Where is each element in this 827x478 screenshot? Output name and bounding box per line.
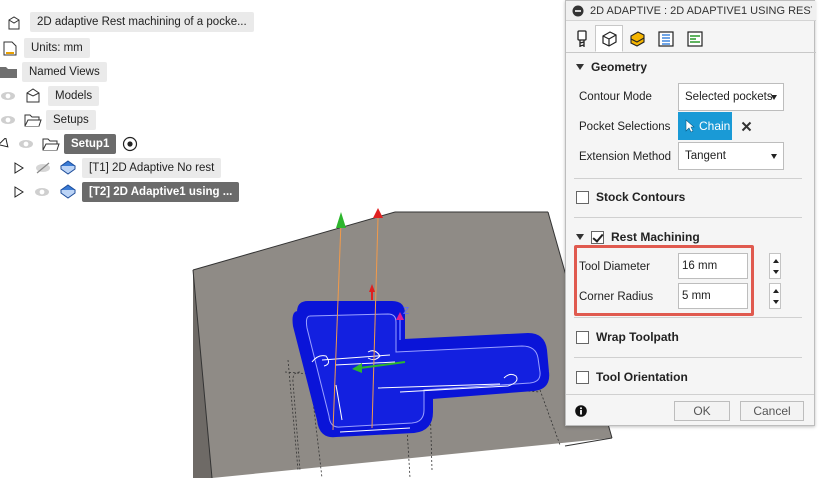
document-name: 2D adaptive Rest machining of a pocke...: [30, 12, 254, 32]
passes-icon: [658, 30, 674, 47]
hidden-eye-icon[interactable]: [34, 161, 52, 175]
expand-triangle-icon[interactable]: [14, 162, 24, 174]
section-divider: [574, 178, 802, 179]
extension-method-label: Extension Method: [579, 151, 672, 163]
document-icon: [8, 16, 20, 30]
tab-passes[interactable]: [652, 25, 680, 52]
wrap-toolpath-checkbox[interactable]: [576, 330, 589, 344]
section-divider: [574, 317, 802, 318]
tool-diameter-spinner[interactable]: [769, 253, 781, 279]
adaptive-operation-icon: [60, 184, 76, 199]
browser-units-row[interactable]: Units: mm: [2, 37, 90, 59]
cursor-arrow-icon: [685, 119, 695, 133]
corner-radius-spinner[interactable]: [769, 283, 781, 309]
section-divider: [574, 357, 802, 358]
tool-icon: [577, 29, 587, 47]
tab-tool[interactable]: [568, 25, 596, 52]
chain-selection-button[interactable]: Chain: [678, 112, 732, 140]
tool-diameter-input[interactable]: 16 mm: [678, 253, 748, 279]
setup1-label: Setup1: [64, 134, 117, 154]
rest-machining-row[interactable]: Rest Machining: [576, 227, 700, 247]
model-folder-icon: [26, 88, 40, 103]
wrap-toolpath-label: Wrap Toolpath: [596, 330, 679, 344]
tab-geometry[interactable]: [595, 25, 623, 52]
collapse-dialog-icon[interactable]: [572, 5, 584, 17]
geometry-section-header[interactable]: Geometry: [576, 57, 647, 77]
visibility-eye-icon[interactable]: [0, 89, 16, 103]
models-label: Models: [48, 86, 100, 106]
contour-mode-value: Selected pockets: [685, 91, 773, 103]
open-folder-icon: [24, 114, 42, 127]
browser-setups-row[interactable]: Setups: [0, 109, 96, 131]
units-document-icon: [3, 41, 17, 56]
browser-setup1-row[interactable]: Setup1: [0, 133, 138, 155]
contour-mode-dropdown[interactable]: Selected pockets: [678, 83, 784, 111]
cancel-button[interactable]: Cancel: [740, 401, 804, 421]
browser-named-views-row[interactable]: Named Views: [0, 61, 107, 83]
red-axis-arrow-head: [373, 208, 383, 218]
expand-triangle-icon[interactable]: [14, 186, 24, 198]
setups-label: Setups: [46, 110, 96, 130]
rest-machining-checkbox[interactable]: [591, 230, 604, 244]
browser-models-row[interactable]: Models: [0, 85, 100, 107]
units-label: Units: mm: [24, 38, 90, 58]
op2-label: [T2] 2D Adaptive1 using ...: [82, 182, 240, 202]
stock-contours-label: Stock Contours: [596, 190, 686, 204]
named-views-label: Named Views: [22, 62, 107, 82]
tab-heights[interactable]: [623, 25, 651, 52]
footer-divider: [566, 394, 814, 395]
stock-contours-row[interactable]: Stock Contours: [576, 187, 685, 207]
extension-method-dropdown[interactable]: Tangent: [678, 142, 784, 170]
dialog-title-bar[interactable]: 2D ADAPTIVE : 2D ADAPTIVE1 USING REST MA: [566, 1, 816, 21]
visibility-eye-icon[interactable]: [18, 137, 34, 151]
folder-icon: [0, 67, 17, 78]
visibility-eye-icon[interactable]: [34, 185, 50, 199]
chevron-down-icon: [771, 154, 777, 159]
info-icon[interactable]: [575, 405, 587, 417]
fusion-cam-window: Z 2D adaptive Rest machining of a pocke.…: [0, 0, 827, 478]
wrap-toolpath-row[interactable]: Wrap Toolpath: [576, 327, 679, 347]
corner-radius-input[interactable]: 5 mm: [678, 283, 748, 309]
tool-orientation-checkbox[interactable]: [576, 370, 589, 384]
dialog-title: 2D ADAPTIVE : 2D ADAPTIVE1 USING REST MA: [590, 4, 812, 17]
ok-button[interactable]: OK: [674, 401, 730, 421]
tool-orientation-label: Tool Orientation: [596, 370, 688, 384]
rest-machining-label: Rest Machining: [611, 230, 700, 244]
op1-label: [T1] 2D Adaptive No rest: [82, 158, 222, 178]
tool-orientation-row[interactable]: Tool Orientation: [576, 367, 688, 387]
tool-diameter-label: Tool Diameter: [579, 261, 650, 273]
tab-linking[interactable]: [681, 25, 709, 52]
linking-icon: [687, 30, 703, 47]
open-folder-icon: [42, 138, 60, 151]
section-divider: [574, 217, 802, 218]
browser-op1-row[interactable]: [T1] 2D Adaptive No rest: [14, 157, 222, 179]
corner-radius-label: Corner Radius: [579, 291, 654, 303]
chevron-down-icon: [771, 95, 777, 100]
heights-icon: [630, 30, 645, 47]
geometry-icon: [602, 30, 617, 47]
visibility-eye-icon[interactable]: [0, 113, 16, 127]
chain-label: Chain: [699, 119, 731, 133]
green-axis-arrow-head: [336, 212, 346, 228]
stock-contours-checkbox[interactable]: [576, 190, 589, 204]
pocket-selections-label: Pocket Selections: [579, 121, 671, 133]
clear-selection-icon[interactable]: [741, 121, 752, 132]
geometry-header-label: Geometry: [591, 60, 648, 74]
collapse-caret-icon: [576, 64, 584, 70]
expand-triangle-icon[interactable]: [0, 138, 10, 150]
contour-mode-label: Contour Mode: [579, 91, 652, 103]
z-axis-label: Z: [403, 306, 409, 317]
adaptive-dialog: 2D ADAPTIVE : 2D ADAPTIVE1 USING REST MA…: [565, 0, 816, 426]
browser-document-row[interactable]: 2D adaptive Rest machining of a pocke...: [6, 11, 254, 33]
browser-op2-row[interactable]: [T2] 2D Adaptive1 using ...: [14, 181, 240, 203]
active-setup-target-icon[interactable]: [122, 136, 138, 152]
collapse-caret-icon: [576, 234, 584, 240]
extension-method-value: Tangent: [685, 150, 726, 162]
dialog-tabstrip: [566, 23, 816, 53]
adaptive-operation-icon: [60, 160, 76, 175]
